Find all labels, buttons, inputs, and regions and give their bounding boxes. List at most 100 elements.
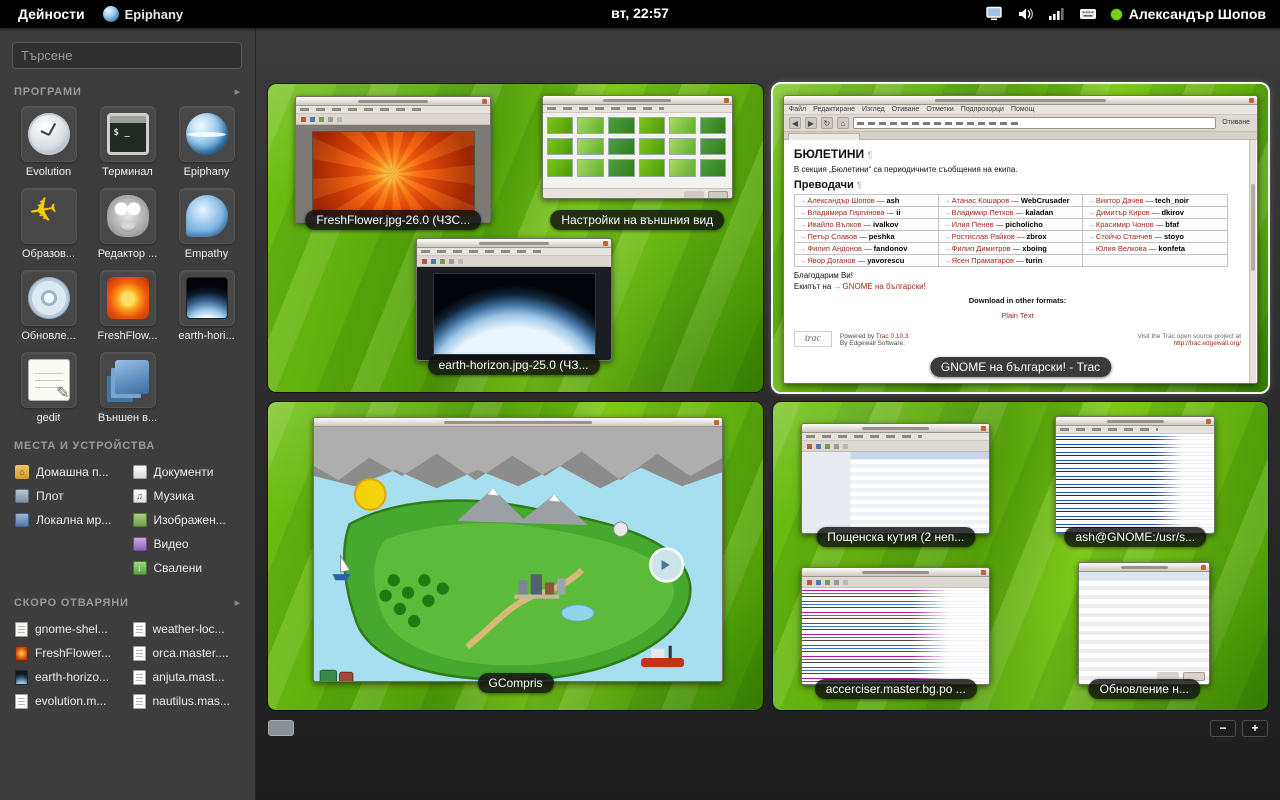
app-launcher[interactable]: gedit	[12, 352, 85, 424]
sun	[354, 480, 385, 511]
app-launcher[interactable]: earth-hori...	[170, 270, 243, 342]
window-label: Настройки на външния вид	[550, 210, 724, 230]
app-icon	[28, 195, 70, 237]
app-label: Външен в...	[98, 412, 157, 424]
menu-item: Подпрозорци	[961, 106, 1004, 113]
window-titlebar	[543, 96, 732, 105]
translator-row: Ивайло Вълковivalkov Илия Пеневpicholich…	[794, 218, 1227, 230]
menu-item: Редактиране	[813, 106, 855, 113]
place-item[interactable]: Видео	[130, 532, 244, 556]
trac-footer: trac Powered by Trac 0.10.3 By Edgewall …	[794, 331, 1241, 347]
window-toolbar	[802, 577, 990, 588]
app-icon	[107, 277, 149, 319]
recent-label: evolution.m...	[35, 694, 106, 708]
app-launcher[interactable]: Външен в...	[91, 352, 164, 424]
thanks-text: Благодарим Ви!	[794, 271, 1241, 280]
menu-item: Помощ	[1011, 106, 1034, 113]
recent-item[interactable]: earth-horizo...	[12, 665, 126, 689]
place-item[interactable]: Изображен...	[130, 508, 244, 532]
network-signal-icon[interactable]	[1048, 6, 1065, 22]
window-titlebar	[1056, 417, 1214, 426]
place-icon	[133, 537, 147, 551]
recent-item[interactable]: anjuta.mast...	[130, 665, 244, 689]
remove-workspace-button[interactable]: −	[1210, 720, 1236, 737]
translator-cell: Стойчо Станчевstoyo	[1083, 230, 1227, 242]
workspace-3[interactable]: GCompris	[268, 402, 763, 710]
recent-item[interactable]: nautilus.mas...	[130, 689, 244, 713]
window-label: ash@GNOME:/usr/s...	[1065, 527, 1207, 547]
editor-text	[802, 588, 990, 684]
search-input[interactable]	[12, 42, 242, 69]
recent-item[interactable]: gnome-shel...	[12, 617, 126, 641]
display-icon[interactable]	[985, 6, 1003, 22]
window-gcompris[interactable]	[313, 417, 724, 682]
translator-cell: Димитър Кировdkirov	[1083, 206, 1227, 218]
back-icon	[789, 117, 801, 129]
place-label: Видео	[154, 537, 189, 551]
user-menu[interactable]: Александър Шопов	[1111, 6, 1266, 22]
workspace-1[interactable]: FreshFlower.jpg-26.0 (ЧЗС... Настройки н…	[268, 84, 763, 392]
recent-item[interactable]: FreshFlower...	[12, 641, 126, 665]
place-item[interactable]: Домашна п...	[12, 460, 126, 484]
window-earth-horizon[interactable]	[416, 238, 612, 361]
scrollbar	[1249, 140, 1256, 384]
place-item[interactable]: Плот	[12, 484, 126, 508]
recent-item[interactable]: orca.master....	[130, 641, 244, 665]
recent-item[interactable]: weather-loc...	[130, 617, 244, 641]
place-item[interactable]: Музика	[130, 484, 244, 508]
app-icon	[107, 113, 149, 155]
recent-expander-icon[interactable]: ▸	[235, 596, 241, 609]
place-label: Домашна п...	[36, 465, 109, 479]
gcompris-scene	[314, 427, 723, 682]
workspace-2[interactable]: ФайлРедактиранеИзгледОтиванеОтметкиПодпр…	[773, 84, 1268, 392]
window-terminal[interactable]	[1055, 416, 1215, 534]
window-updater[interactable]	[1078, 562, 1210, 685]
window-editor[interactable]	[801, 567, 991, 685]
window-freshflower[interactable]	[295, 96, 491, 222]
place-label: Свалени	[154, 561, 203, 575]
app-launcher[interactable]: Empathy	[170, 188, 243, 260]
window-menubar	[417, 248, 611, 256]
app-launcher[interactable]: Редактор ...	[91, 188, 164, 260]
clock[interactable]: вт, 22:57	[611, 5, 669, 21]
lake	[561, 605, 594, 621]
recent-label: gnome-shel...	[35, 622, 108, 636]
page-heading: БЮЛЕТИНИ ¶	[794, 147, 1241, 161]
app-menu[interactable]: Epiphany	[103, 6, 184, 22]
forward-icon	[805, 117, 817, 129]
place-item[interactable]: Документи	[130, 460, 244, 484]
recent-label: nautilus.mas...	[153, 694, 230, 708]
recent-file-icon	[133, 646, 146, 661]
menu-item: Отметки	[926, 106, 953, 113]
app-launcher[interactable]: Evolution	[12, 106, 85, 178]
place-item[interactable]: Свалени	[130, 556, 244, 580]
window-titlebar	[417, 239, 611, 248]
gnome-shell-overview: Дейности Epiphany вт, 22:57	[0, 0, 1280, 800]
place-item[interactable]: Локална мр...	[12, 508, 126, 532]
app-launcher[interactable]: Обновле...	[12, 270, 85, 342]
workspace-4[interactable]: Пощенска кутия (2 неп... ash@GNOME:/usr/…	[773, 402, 1268, 710]
window-titlebar	[802, 568, 990, 577]
epiphany-icon	[103, 6, 119, 22]
workspace-controls: − +	[1210, 720, 1268, 737]
app-launcher[interactable]: Терминал	[91, 106, 164, 178]
activities-button[interactable]: Дейности	[10, 2, 93, 26]
app-icon	[107, 195, 149, 237]
window-appearance[interactable]	[542, 95, 733, 199]
add-workspace-button[interactable]: +	[1242, 720, 1268, 737]
workspace-switcher-handle[interactable]	[268, 720, 294, 736]
app-icon	[186, 195, 228, 237]
keyboard-layout-icon[interactable]	[1079, 6, 1097, 22]
recent-label: earth-horizo...	[35, 670, 109, 684]
volume-icon[interactable]	[1017, 6, 1034, 22]
programs-expander-icon[interactable]: ▸	[235, 85, 241, 98]
app-launcher[interactable]: FreshFlow...	[91, 270, 164, 342]
dialog-buttons	[543, 188, 732, 198]
home-icon	[837, 117, 849, 129]
window-mailbox[interactable]	[801, 423, 991, 534]
window-epiphany-trac[interactable]: ФайлРедактиранеИзгледОтиванеОтметкиПодпр…	[783, 95, 1258, 385]
recent-item[interactable]: evolution.m...	[12, 689, 126, 713]
app-launcher[interactable]: Образов...	[12, 188, 85, 260]
app-launcher[interactable]: Epiphany	[170, 106, 243, 178]
app-label: Терминал	[102, 166, 153, 178]
